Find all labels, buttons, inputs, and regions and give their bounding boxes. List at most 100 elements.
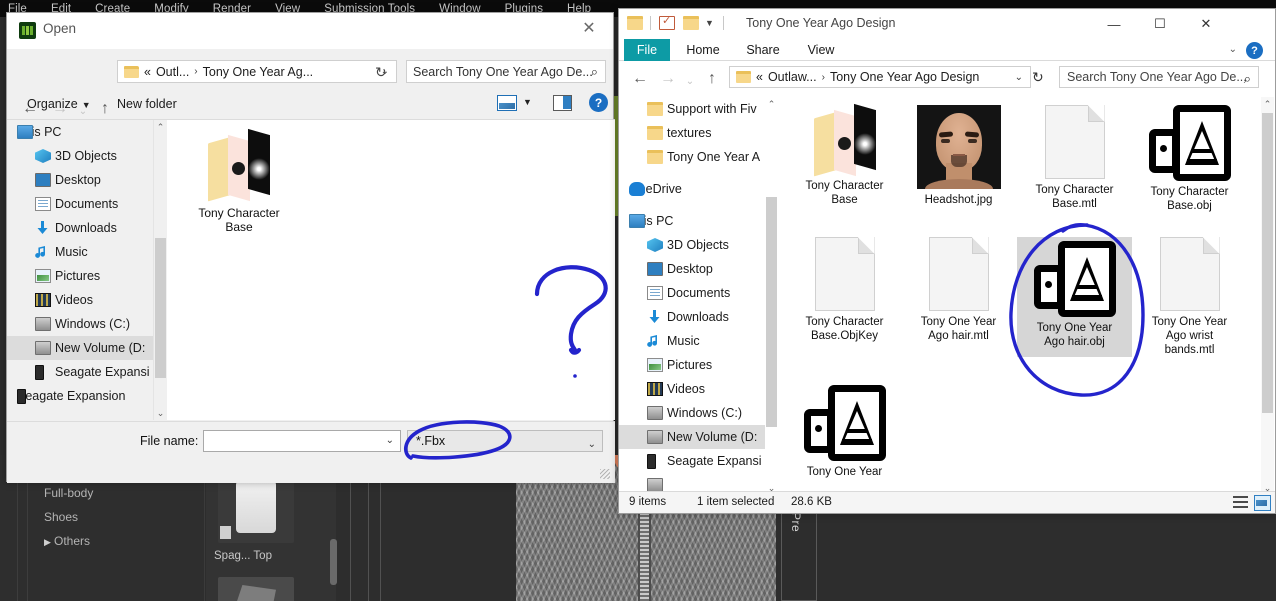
file-item-tony-character-base-obj[interactable]: Tony Character Base.obj: [1132, 105, 1247, 213]
sidebar-item-3d-objects[interactable]: 3D Objects: [619, 233, 765, 257]
file-item-tony-character-base-mtl[interactable]: Tony Character Base.mtl: [1017, 105, 1132, 211]
sidebar-item-music[interactable]: Music: [619, 329, 765, 353]
tab-home[interactable]: Home: [679, 39, 727, 61]
tab-share[interactable]: Share: [739, 39, 787, 61]
file-type-dropdown[interactable]: *.Fbx ⌄: [407, 430, 603, 452]
resize-grip[interactable]: [600, 469, 610, 479]
dialog-sidebar-scrollbar[interactable]: ⌃ ⌄: [153, 120, 166, 420]
file-item-headshot-jpg[interactable]: Headshot.jpg: [901, 105, 1016, 207]
explorer-title-bar[interactable]: ▼ Tony One Year Ago Design — ☐ ✕: [619, 9, 1275, 39]
sidebar-item-support-with-fiv[interactable]: Support with Fiv: [619, 97, 765, 121]
sidebar-item-downloads[interactable]: Downloads: [7, 216, 153, 240]
file-item-tony-one-year-partial[interactable]: Tony One Year: [787, 385, 902, 479]
sidebar-item-documents[interactable]: Documents: [619, 281, 765, 305]
preview-pane-icon[interactable]: [553, 95, 572, 111]
minimize-button[interactable]: —: [1091, 9, 1137, 39]
chevron-down-icon[interactable]: ⌄: [588, 435, 596, 455]
arrow-up-icon[interactable]: ↑: [699, 66, 725, 92]
sidebar-item-seagate-expansion[interactable]: Seagate Expansi: [7, 360, 153, 384]
chevron-down-icon[interactable]: ⌄: [1229, 44, 1237, 55]
new-folder-button[interactable]: New folder: [117, 97, 177, 111]
breadcrumb-parent[interactable]: Outl...: [156, 65, 189, 79]
dialog-title-bar[interactable]: Open ✕: [7, 13, 613, 49]
dialog-breadcrumb[interactable]: « Outl... › Tony One Year Ag... ⌄: [117, 60, 397, 83]
customize-caret-icon[interactable]: ▼: [705, 18, 714, 28]
sidebar-item-tony-one-year-a[interactable]: Tony One Year A: [619, 145, 765, 169]
category-shoes[interactable]: Shoes: [44, 505, 93, 529]
sidebar-item-music[interactable]: Music: [7, 240, 153, 264]
category-full-body[interactable]: Full-body: [44, 481, 93, 505]
scrollbar-thumb[interactable]: [155, 238, 166, 378]
file-item-tony-character-base[interactable]: Tony Character Base: [787, 103, 902, 207]
explorer-sidebar-scrollbar[interactable]: ⌃ ⌄: [765, 97, 778, 495]
explorer-search-input[interactable]: Search Tony One Year Ago De... ⌕: [1059, 66, 1259, 88]
chevron-down-icon[interactable]: ▼: [523, 97, 532, 107]
close-icon[interactable]: ✕: [567, 13, 611, 43]
chevron-down-icon[interactable]: ⌄: [386, 435, 394, 446]
expand-arrow-icon[interactable]: ▶: [44, 530, 54, 554]
scroll-up-icon[interactable]: ⌃: [1261, 97, 1274, 111]
scrollbar-thumb[interactable]: [766, 197, 777, 427]
file-item-tony-character-base[interactable]: Tony Character Base: [185, 128, 293, 234]
refresh-icon[interactable]: ↻: [375, 64, 387, 81]
scroll-down-icon[interactable]: ⌄: [154, 406, 167, 420]
file-item-tony-one-year-ago-hair-obj[interactable]: Tony One Year Ago hair.obj: [1017, 237, 1132, 357]
maximize-button[interactable]: ☐: [1137, 9, 1183, 39]
chevron-down-icon[interactable]: ⌄: [1015, 72, 1023, 83]
explorer-navigation-pane[interactable]: Support with Fiv textures Tony One Year …: [619, 97, 765, 495]
file-item-tony-one-year-ago-wrist-bands-mtl[interactable]: Tony One Year Ago wrist bands.mtl: [1132, 237, 1247, 357]
folder-icon[interactable]: [627, 16, 643, 30]
properties-check-icon[interactable]: [659, 14, 675, 30]
explorer-file-scrollbar[interactable]: ⌃ ⌄: [1261, 97, 1274, 495]
tab-view[interactable]: View: [799, 39, 843, 61]
breadcrumb-parent[interactable]: Outlaw...: [768, 70, 817, 84]
sidebar-item-documents[interactable]: Documents: [7, 192, 153, 216]
sidebar-item-this-pc[interactable]: This PC: [7, 120, 153, 144]
sidebar-item-seagate-expansion[interactable]: Seagate Expansi: [619, 449, 765, 473]
sidebar-item-videos[interactable]: Videos: [7, 288, 153, 312]
help-icon[interactable]: ?: [1246, 42, 1263, 59]
sidebar-item-desktop[interactable]: Desktop: [619, 257, 765, 281]
sidebar-item-onedrive[interactable]: OneDrive: [619, 177, 765, 201]
explorer-file-grid[interactable]: Tony Character Base Headshot.jpg Tony Ch…: [779, 97, 1261, 495]
close-button[interactable]: ✕: [1183, 9, 1229, 39]
organize-button[interactable]: Organize ▼: [27, 97, 91, 111]
file-item-tony-one-year-ago-hair-mtl[interactable]: Tony One Year Ago hair.mtl: [901, 237, 1016, 343]
tile-view-icon[interactable]: [1254, 495, 1271, 511]
sidebar-item-pictures[interactable]: Pictures: [619, 353, 765, 377]
dialog-search-input[interactable]: Search Tony One Year Ago De... ⌕: [406, 60, 606, 83]
dialog-file-list[interactable]: Tony Character Base: [167, 120, 615, 420]
sidebar-item-pictures[interactable]: Pictures: [7, 264, 153, 288]
search-icon[interactable]: ⌕: [591, 64, 598, 80]
garment-thumbnail-2[interactable]: [218, 577, 294, 601]
sidebar-item-downloads[interactable]: Downloads: [619, 305, 765, 329]
sidebar-item-videos[interactable]: Videos: [619, 377, 765, 401]
sidebar-item-windows-c[interactable]: Windows (C:): [7, 312, 153, 336]
sidebar-item-new-volume-d[interactable]: New Volume (D:: [7, 336, 153, 360]
sidebar-item-textures[interactable]: textures: [619, 121, 765, 145]
sidebar-item-this-pc[interactable]: This PC: [619, 209, 765, 233]
breadcrumb-current[interactable]: Tony One Year Ag...: [203, 65, 314, 79]
sidebar-item-new-volume-d[interactable]: New Volume (D:: [619, 425, 765, 449]
new-folder-icon[interactable]: [683, 16, 699, 30]
help-icon[interactable]: ?: [589, 93, 608, 112]
scrollbar-thumb[interactable]: [1262, 113, 1273, 413]
file-name-input[interactable]: ⌄: [203, 430, 401, 452]
list-view-icon[interactable]: [1232, 495, 1249, 511]
sidebar-item-3d-objects[interactable]: 3D Objects: [7, 144, 153, 168]
refresh-icon[interactable]: ↻: [1032, 69, 1044, 86]
search-icon[interactable]: ⌕: [1244, 69, 1251, 89]
sidebar-item-seagate-expansion-root[interactable]: Seagate Expansion: [7, 384, 153, 408]
breadcrumb-current[interactable]: Tony One Year Ago Design: [830, 70, 979, 84]
explorer-breadcrumb[interactable]: « Outlaw... › Tony One Year Ago Design ⌄: [729, 66, 1031, 88]
dialog-navigation-pane[interactable]: This PC 3D Objects Desktop Documents Dow…: [7, 120, 153, 420]
tab-file[interactable]: File: [624, 39, 670, 61]
arrow-left-icon[interactable]: ←: [627, 66, 653, 92]
file-item-tony-character-base-objkey[interactable]: Tony Character Base.ObjKey: [787, 237, 902, 343]
garment-thumbnail[interactable]: [218, 474, 294, 543]
scroll-up-icon[interactable]: ⌃: [765, 97, 778, 111]
sidebar-item-desktop[interactable]: Desktop: [7, 168, 153, 192]
garment-list-scrollbar[interactable]: [330, 539, 337, 585]
view-options-icon[interactable]: [497, 95, 517, 111]
scroll-up-icon[interactable]: ⌃: [154, 120, 167, 134]
